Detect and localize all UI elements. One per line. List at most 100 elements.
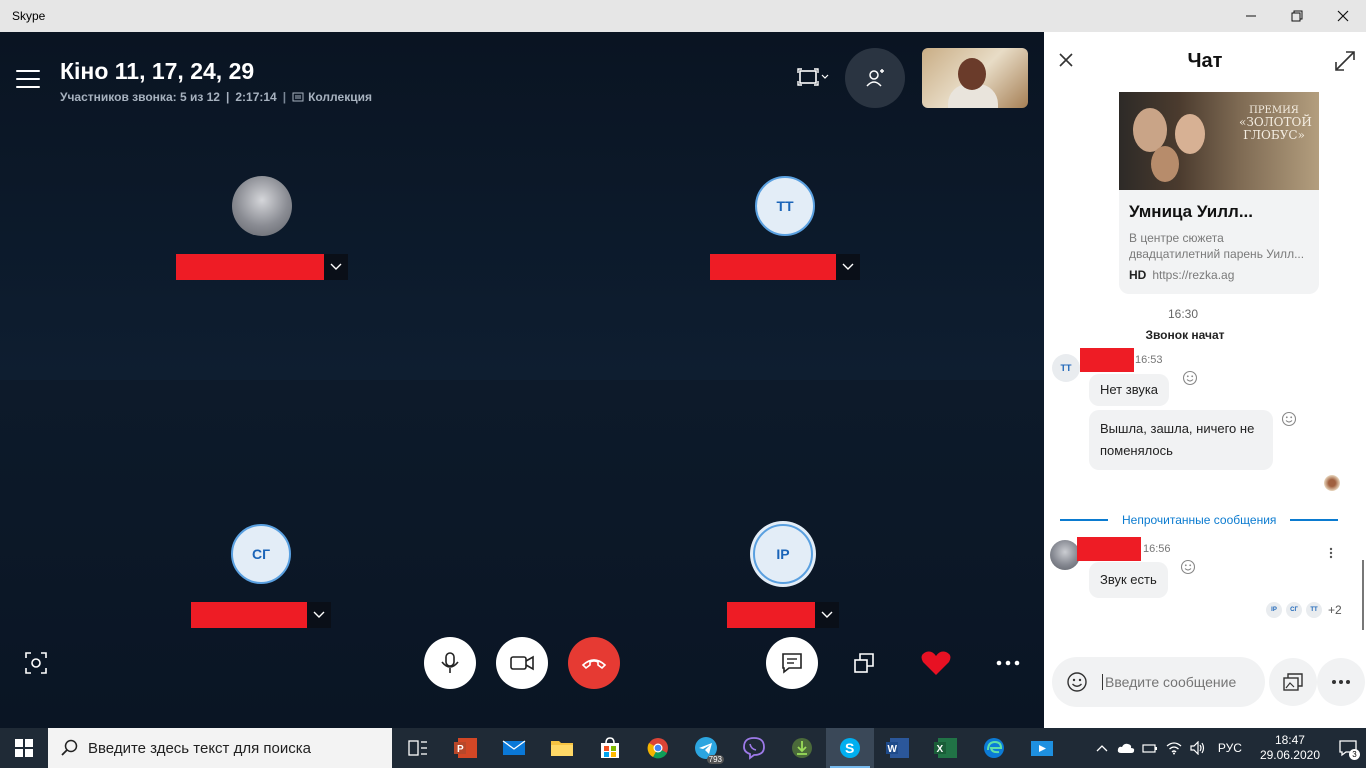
call-area: Кіно 11, 17, 24, 29 Участников звонка: 5…	[0, 32, 1044, 728]
close-window-button[interactable]	[1320, 0, 1366, 32]
taskbar-search[interactable]: Введите здесь текст для поиска	[48, 728, 392, 768]
show-hidden-icons[interactable]	[1090, 744, 1114, 752]
redacted-name	[1080, 348, 1134, 372]
chevron-down-icon[interactable]	[836, 254, 860, 280]
search-icon	[61, 739, 78, 756]
clock-date: 29.06.2020	[1259, 748, 1320, 762]
chevron-down-icon[interactable]	[815, 602, 839, 628]
notification-count: 3	[1349, 749, 1360, 760]
video-app[interactable]	[1018, 728, 1066, 768]
chevron-down-icon[interactable]	[307, 602, 331, 628]
collection-link[interactable]: Коллекция	[292, 90, 372, 104]
clock[interactable]: 18:47 29.06.2020	[1260, 733, 1320, 763]
word-app[interactable]: W	[874, 728, 922, 768]
chat-button[interactable]	[766, 637, 818, 689]
add-people-button[interactable]	[845, 48, 905, 108]
skype-app[interactable]: S	[826, 728, 874, 768]
message-bubble[interactable]: Нет звука	[1089, 374, 1170, 406]
share-screen-button[interactable]	[838, 637, 890, 689]
screenshot-button[interactable]	[10, 637, 62, 689]
more-composer-button[interactable]	[1317, 658, 1365, 706]
torrent-app[interactable]	[778, 728, 826, 768]
store-app[interactable]	[586, 728, 634, 768]
svg-text:X: X	[937, 744, 944, 755]
viber-icon	[743, 737, 765, 760]
layout-icon	[797, 68, 819, 86]
reaction-button[interactable]	[910, 637, 962, 689]
emoji-button[interactable]	[1052, 671, 1102, 693]
volume-icon[interactable]	[1186, 741, 1210, 755]
edge-icon	[984, 738, 1004, 758]
seen-more: +2	[1328, 603, 1342, 617]
minimize-button[interactable]	[1228, 0, 1274, 32]
store-icon	[601, 737, 619, 758]
more-options-button[interactable]	[982, 637, 1034, 689]
maximize-button[interactable]	[1274, 0, 1320, 32]
self-video-preview[interactable]	[922, 48, 1028, 108]
message-input[interactable]	[1102, 674, 1252, 690]
redacted-name	[176, 254, 324, 280]
attach-media-button[interactable]	[1269, 658, 1317, 706]
start-button[interactable]	[0, 728, 48, 768]
task-view-button[interactable]	[394, 728, 442, 768]
mail-app[interactable]	[490, 728, 538, 768]
participant-name-bar[interactable]	[176, 254, 348, 280]
link-preview-card[interactable]: ПРЕМИЯ «ЗОЛОТОЙ ГЛОБУС» Умница Уилл... В…	[1119, 92, 1319, 294]
camera-icon	[510, 655, 534, 671]
window-controls	[1228, 0, 1366, 32]
video-button[interactable]	[496, 637, 548, 689]
svg-text:W: W	[888, 744, 898, 755]
avatar[interactable]: ТТ	[1052, 354, 1080, 382]
search-placeholder: Введите здесь текст для поиска	[88, 739, 311, 757]
redacted-name	[727, 602, 815, 628]
input-language[interactable]: РУС	[1218, 741, 1242, 755]
participant-tile[interactable]: IP	[726, 524, 840, 628]
powerpoint-app[interactable]: P	[442, 728, 490, 768]
emoji-icon	[1180, 559, 1196, 575]
wifi-icon[interactable]	[1162, 741, 1186, 755]
emoji-icon	[1067, 672, 1087, 692]
message-bubble[interactable]: Звук есть	[1089, 562, 1168, 598]
cloud-icon[interactable]	[1114, 742, 1138, 754]
taskbar: Введите здесь текст для поиска P 793 S W…	[0, 728, 1366, 768]
chevron-down-icon[interactable]	[324, 254, 348, 280]
participant-name-bar[interactable]	[710, 254, 860, 280]
scrollbar[interactable]	[1362, 560, 1364, 630]
menu-icon[interactable]	[16, 70, 40, 88]
more-icon	[1332, 680, 1350, 684]
participant-tile[interactable]	[176, 176, 348, 280]
participants-count: Участников звонка: 5 из 12	[60, 90, 220, 104]
excel-app[interactable]: X	[922, 728, 970, 768]
participant-tile[interactable]: ТТ	[708, 176, 862, 280]
separator: |	[225, 90, 230, 104]
message-time: 16:56	[1143, 543, 1171, 555]
message-options-button[interactable]	[1329, 546, 1333, 564]
title-bar: Skype	[0, 0, 1366, 32]
system-tray: РУС 18:47 29.06.2020 3	[1090, 728, 1366, 768]
expand-chat-button[interactable]	[1334, 50, 1356, 77]
call-title: Кіно 11, 17, 24, 29	[60, 58, 255, 84]
telegram-app[interactable]: 793	[682, 728, 730, 768]
avatar[interactable]	[1050, 540, 1080, 570]
participant-name-bar[interactable]	[727, 602, 839, 628]
edge-app[interactable]	[970, 728, 1018, 768]
add-reaction-button[interactable]	[1180, 559, 1196, 579]
battery-icon[interactable]	[1138, 742, 1162, 754]
layout-switch-button[interactable]	[797, 68, 829, 86]
participant-tile[interactable]: СГ	[190, 524, 332, 628]
timestamp: 16:30	[1167, 307, 1199, 321]
add-reaction-button[interactable]	[1182, 370, 1198, 390]
end-call-button[interactable]	[568, 637, 620, 689]
mute-button[interactable]	[424, 637, 476, 689]
add-reaction-button[interactable]	[1281, 411, 1297, 431]
message-bubble[interactable]: Вышла, зашла, ничего не поменялось	[1089, 410, 1273, 470]
file-explorer-app[interactable]	[538, 728, 586, 768]
participant-name-bar[interactable]	[191, 602, 331, 628]
action-center-button[interactable]: 3	[1330, 739, 1366, 760]
chrome-app[interactable]	[634, 728, 682, 768]
viber-app[interactable]	[730, 728, 778, 768]
message-time: 16:53	[1135, 354, 1163, 366]
call-duration: 2:17:14	[235, 90, 277, 104]
participant-avatar: IP	[753, 524, 813, 584]
image-attach-icon	[1283, 673, 1303, 691]
